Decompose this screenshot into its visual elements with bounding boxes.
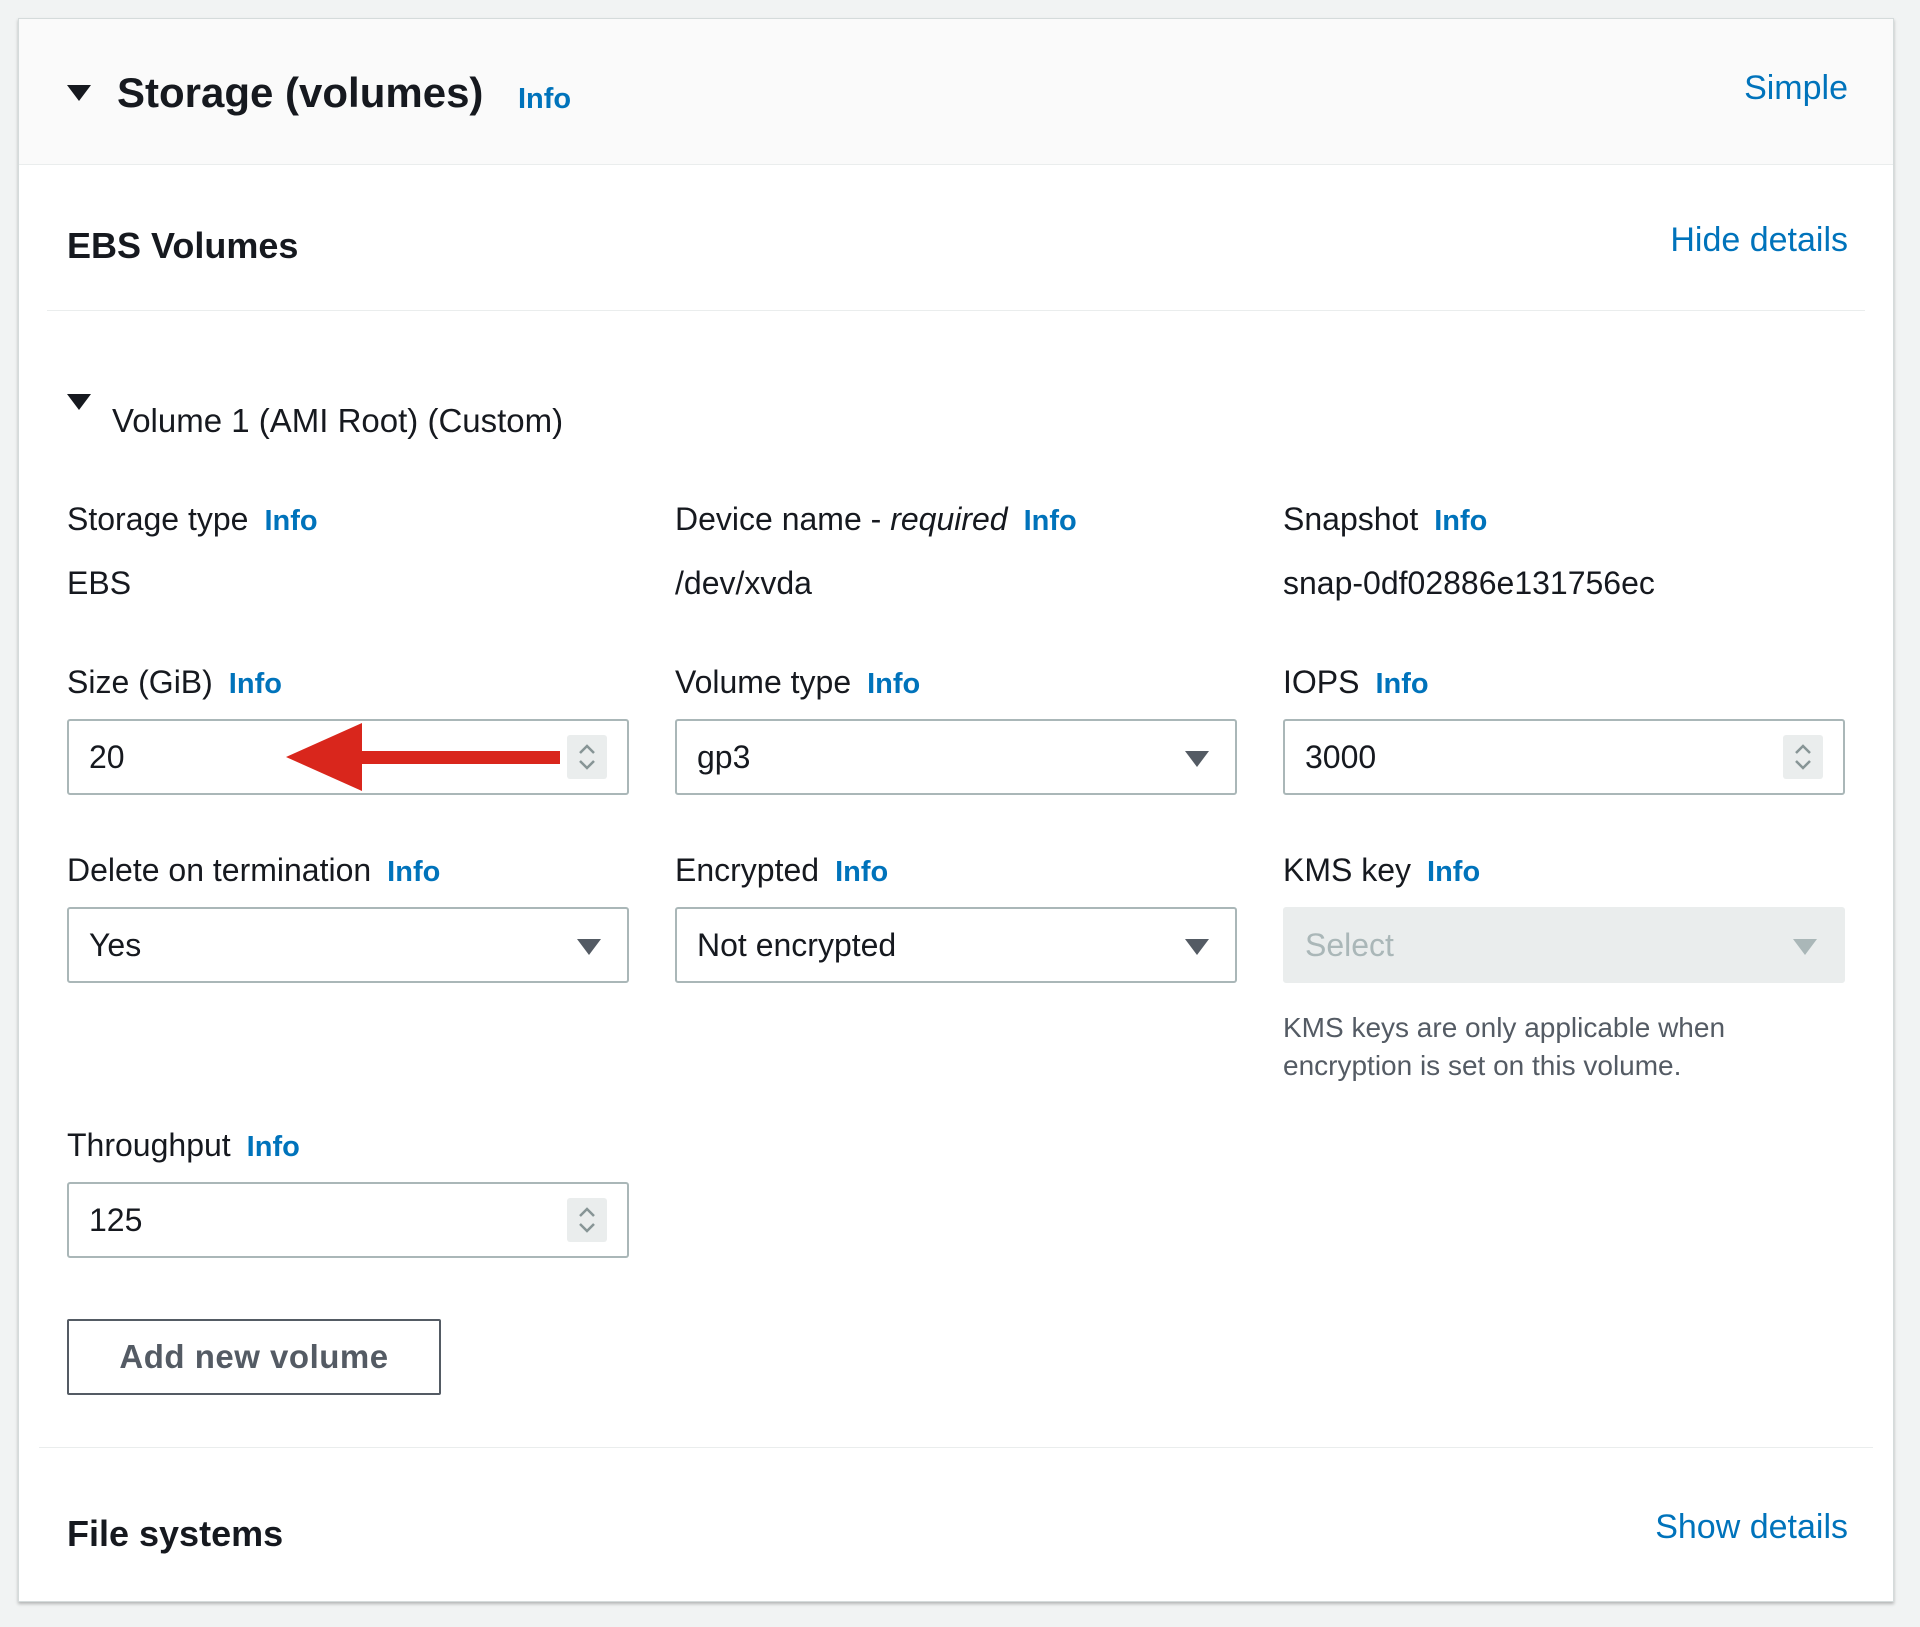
delete-on-termination-value: Yes	[89, 926, 142, 963]
volume-title: Volume 1 (AMI Root) (Custom)	[112, 402, 564, 439]
ebs-volumes-title: EBS Volumes	[67, 225, 299, 266]
throughput-info-link[interactable]: Info	[247, 1131, 300, 1164]
storage-info-link[interactable]: Info	[518, 83, 571, 116]
size-label-text: Size (GiB)	[67, 664, 213, 700]
stepper-icon[interactable]	[567, 735, 607, 779]
kms-key-label-text: KMS key	[1283, 852, 1412, 888]
kms-key-label: KMS key Info	[1283, 852, 1480, 889]
storage-panel: Storage (volumes) Info Simple EBS Volume…	[18, 18, 1894, 1602]
red-arrow-annotation	[286, 723, 560, 791]
dropdown-caret-icon	[577, 939, 601, 955]
kms-helper-line-1: KMS keys are only applicable when	[1283, 1012, 1726, 1043]
volume-type-info-link[interactable]: Info	[867, 668, 920, 701]
kms-helper-line-2: encryption is set on this volume.	[1283, 1050, 1682, 1081]
dropdown-caret-icon	[1185, 751, 1209, 767]
throughput-label-text: Throughput	[67, 1127, 231, 1163]
required-marker: required	[890, 501, 1008, 537]
add-new-volume-button[interactable]: Add new volume	[67, 1319, 441, 1395]
encrypted-select[interactable]: Not encrypted	[675, 907, 1237, 983]
kms-key-placeholder: Select	[1305, 926, 1394, 963]
storage-type-label: Storage type Info	[67, 501, 318, 538]
encrypted-info-link[interactable]: Info	[835, 856, 888, 889]
volume-type-select[interactable]: gp3	[675, 719, 1237, 795]
file-systems-title: File systems	[67, 1513, 284, 1554]
iops-label: IOPS Info	[1283, 664, 1429, 701]
throughput-input[interactable]: 125	[67, 1182, 629, 1258]
encrypted-label-text: Encrypted	[675, 852, 820, 888]
volume-type-label: Volume type Info	[675, 664, 920, 701]
device-name-label-main: Device name -	[675, 501, 891, 537]
volume-type-label-text: Volume type	[675, 664, 852, 700]
kms-key-info-link[interactable]: Info	[1427, 856, 1480, 889]
divider	[47, 310, 1865, 311]
encrypted-label: Encrypted Info	[675, 852, 888, 889]
delete-on-termination-label-text: Delete on termination	[67, 852, 372, 888]
delete-on-termination-info-link[interactable]: Info	[387, 856, 440, 889]
storage-type-value: EBS	[67, 565, 132, 601]
iops-label-text: IOPS	[1283, 664, 1360, 700]
device-name-info-link[interactable]: Info	[1024, 505, 1077, 538]
collapse-caret-icon[interactable]	[67, 85, 91, 101]
dropdown-caret-icon	[1185, 939, 1209, 955]
iops-value: 3000	[1305, 738, 1377, 775]
stepper-icon[interactable]	[567, 1198, 607, 1242]
delete-on-termination-select[interactable]: Yes	[67, 907, 629, 983]
divider	[39, 1447, 1873, 1448]
delete-on-termination-label: Delete on termination Info	[67, 852, 440, 889]
volume-collapse-icon[interactable]	[67, 394, 91, 410]
throughput-label: Throughput Info	[67, 1127, 300, 1164]
storage-type-label-text: Storage type	[67, 501, 249, 537]
device-name-label-text: Device name - required	[675, 501, 1008, 538]
snapshot-label-text: Snapshot	[1283, 501, 1419, 537]
iops-info-link[interactable]: Info	[1375, 668, 1428, 701]
snapshot-info-link[interactable]: Info	[1434, 505, 1487, 538]
dropdown-caret-icon	[1793, 939, 1817, 955]
device-name-value: /dev/xvda	[675, 565, 812, 601]
simple-mode-link[interactable]: Simple	[1744, 69, 1848, 108]
page-title: Storage (volumes)	[117, 69, 484, 116]
snapshot-label: Snapshot Info	[1283, 501, 1487, 538]
kms-key-select: Select	[1283, 907, 1845, 983]
device-name-label: Device name - required Info	[675, 501, 1077, 538]
stepper-icon[interactable]	[1783, 735, 1823, 779]
snapshot-value: snap-0df02886e131756ec	[1283, 565, 1655, 601]
storage-type-info-link[interactable]: Info	[264, 505, 317, 538]
volume-type-value: gp3	[697, 738, 751, 775]
size-info-link[interactable]: Info	[229, 668, 282, 701]
encrypted-value: Not encrypted	[697, 926, 897, 963]
hide-details-link[interactable]: Hide details	[1670, 221, 1848, 260]
size-label: Size (GiB) Info	[67, 664, 282, 701]
show-details-link[interactable]: Show details	[1655, 1508, 1848, 1547]
iops-input[interactable]: 3000	[1283, 719, 1845, 795]
throughput-value: 125	[89, 1201, 143, 1238]
size-value: 20	[89, 738, 125, 775]
kms-key-helper-text: KMS keys are only applicable when encryp…	[1283, 1009, 1725, 1085]
